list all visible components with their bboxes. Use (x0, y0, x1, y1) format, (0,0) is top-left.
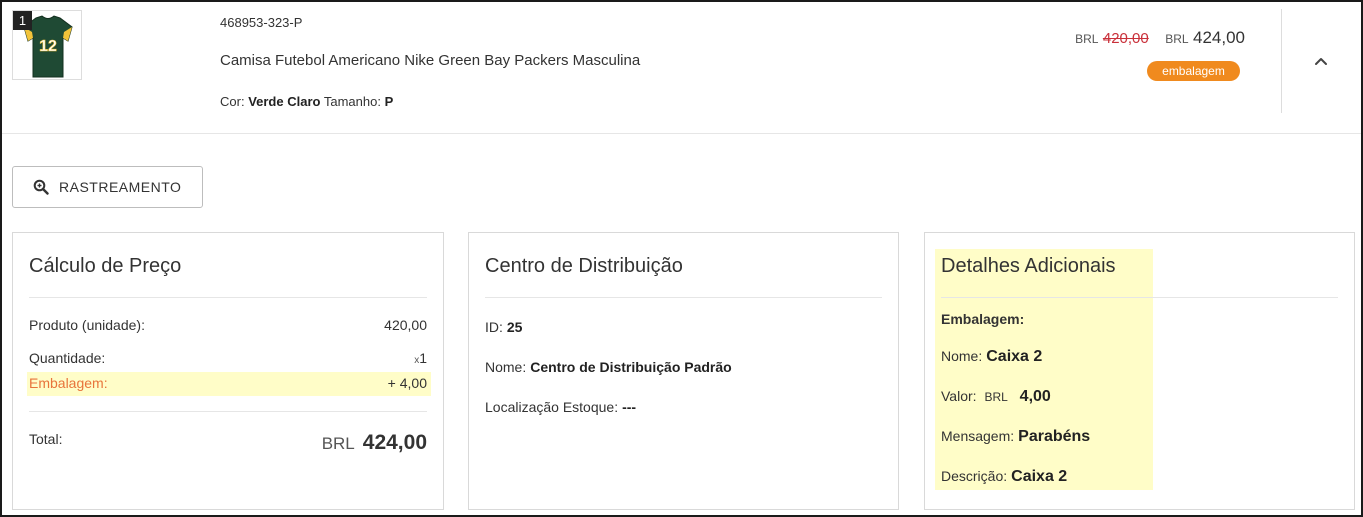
card-title: Cálculo de Preço (29, 255, 182, 277)
total-currency: BRL (321, 434, 355, 453)
color-value: Verde Claro (248, 94, 321, 109)
dc-id-value: 25 (506, 319, 523, 335)
extra-message-row: Mensagem: Parabéns (941, 428, 1090, 446)
dc-name-value: Centro de Distribuição Padrão (530, 359, 732, 375)
tracking-label: RASTREAMENTO (59, 179, 182, 195)
extra-desc-value: Caixa 2 (1011, 468, 1068, 485)
old-price-currency: BRL (1075, 32, 1099, 46)
product-name: Camisa Futebol Americano Nike Green Bay … (220, 52, 641, 69)
product-attributes: Cor: Verde Claro Tamanho: P (220, 94, 393, 109)
zoom-search-icon (33, 179, 49, 195)
packaging-badge: embalagem (1147, 61, 1240, 81)
jersey-number: 12 (39, 38, 57, 55)
card-title: Detalhes Adicionais (941, 255, 1116, 277)
dc-name-row: Nome: Centro de Distribuição Padrão (485, 359, 732, 375)
product-sku: 468953-323-P (220, 15, 303, 30)
price-calculation-card: Cálculo de Preço Produto (unidade): 420,… (12, 232, 444, 510)
old-price: 420,00 (1102, 30, 1149, 47)
extra-desc-row: Descrição: Caixa 2 (941, 468, 1067, 486)
total-label: Total: (29, 431, 63, 447)
extra-value-row: Valor: BRL 4,00 (941, 388, 1051, 406)
new-price: 424,00 (1193, 28, 1245, 47)
quantity-number: 1 (419, 350, 427, 366)
highlight-box (935, 249, 1153, 490)
dc-stock-value: --- (622, 399, 637, 415)
dc-stock-label: Localização Estoque: (485, 399, 619, 415)
extra-value-label: Valor: (941, 388, 977, 404)
divider (29, 411, 427, 412)
total-amount: 424,00 (362, 431, 427, 454)
total-row: Total: BRL 424,00 (29, 431, 427, 454)
divider (941, 297, 1338, 298)
new-price-currency: BRL (1165, 32, 1189, 46)
packaging-row: Embalagem: + 4,00 (27, 372, 431, 396)
extra-name-value: Caixa 2 (986, 348, 1043, 365)
quantity-value: x1 (414, 350, 427, 366)
total-value: BRL 424,00 (322, 431, 427, 455)
packaging-label: Embalagem: (29, 375, 108, 391)
extra-desc-label: Descrição: (941, 468, 1008, 484)
dc-id-row: ID: 25 (485, 319, 522, 335)
unit-price-value: 420,00 (384, 317, 427, 333)
divider (485, 297, 882, 298)
row-divider (1281, 9, 1282, 113)
distribution-center-card: Centro de Distribuição ID: 25 Nome: Centro… (468, 232, 899, 510)
extra-message-label: Mensagem: (941, 428, 1015, 444)
size-label: Tamanho: (323, 94, 381, 109)
extra-message-value: Parabéns (1018, 428, 1091, 445)
additional-details-card: Detalhes Adicionais Embalagem: Nome: Caix… (924, 232, 1355, 510)
unit-price-label: Produto (unidade): (29, 317, 145, 333)
dc-name-label: Nome: (485, 359, 527, 375)
price-area: BRL 420,00 BRL 424,00 (1075, 28, 1245, 48)
quantity-label: Quantidade: (29, 350, 106, 366)
extra-name-row: Nome: Caixa 2 (941, 348, 1042, 366)
unit-price-row: Produto (unidade): 420,00 (29, 317, 427, 333)
tracking-button[interactable]: RASTREAMENTO (12, 166, 203, 208)
divider (29, 297, 427, 298)
product-row: 12 1 468953-323-P Camisa Futebol America… (2, 2, 1361, 134)
card-title: Centro de Distribuição (485, 255, 683, 277)
packaging-section-label: Embalagem: (941, 311, 1025, 327)
dc-stock-row: Localização Estoque: --- (485, 399, 636, 415)
size-value: P (384, 94, 394, 109)
item-index-badge: 1 (13, 11, 32, 30)
extra-value-amount: 4,00 (1019, 388, 1051, 405)
color-label: Cor: (220, 94, 245, 109)
dc-id-label: ID: (485, 319, 503, 335)
product-thumbnail[interactable]: 12 1 (12, 10, 82, 80)
extra-name-label: Nome: (941, 348, 983, 364)
packaging-value: + 4,00 (387, 375, 427, 391)
extra-value-currency: BRL (984, 390, 1008, 404)
chevron-up-icon[interactable] (1311, 52, 1331, 72)
quantity-row: Quantidade: x1 (29, 350, 427, 366)
